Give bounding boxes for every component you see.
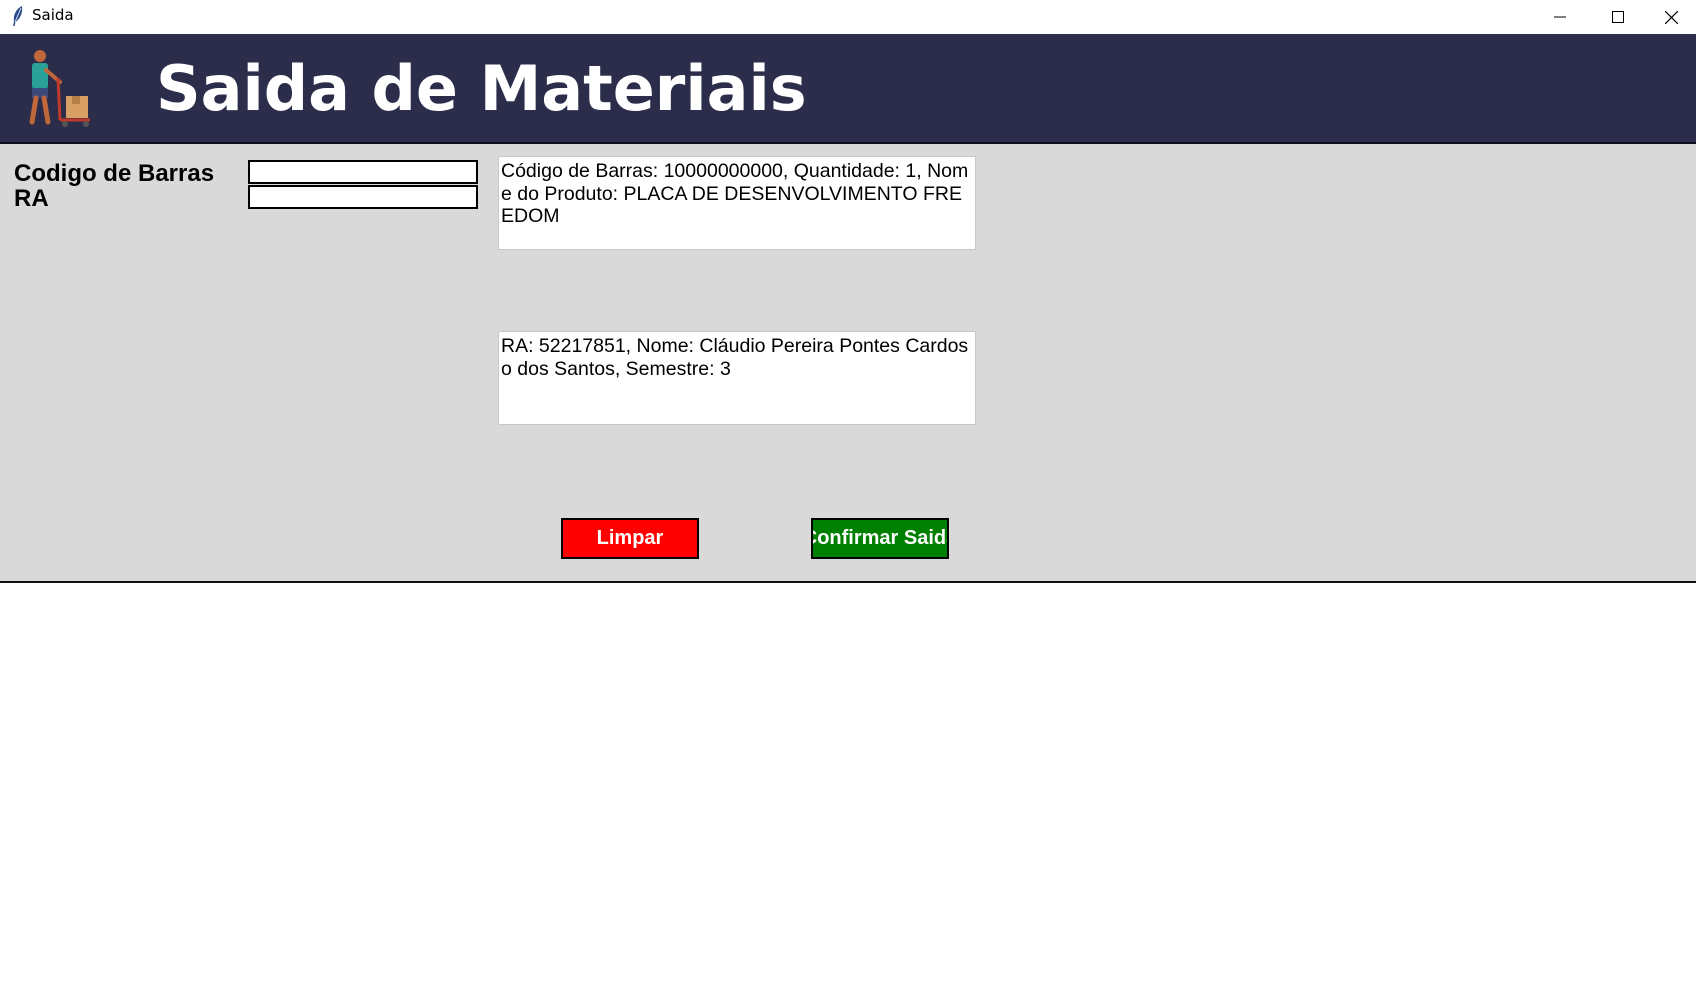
page-title: Saida de Materiais xyxy=(156,52,807,125)
clear-button[interactable]: Limpar xyxy=(561,518,699,559)
window-titlebar: Saida xyxy=(0,0,1696,34)
student-info-textbox[interactable]: RA: 52217851, Nome: Cláudio Pereira Pont… xyxy=(498,331,976,425)
maximize-button[interactable] xyxy=(1589,0,1647,34)
minimize-button[interactable] xyxy=(1531,0,1589,34)
close-button[interactable] xyxy=(1647,0,1696,34)
feather-app-icon xyxy=(13,6,23,26)
barcode-input[interactable] xyxy=(248,160,478,184)
delivery-worker-with-cart-icon xyxy=(29,50,90,127)
confirm-exit-button[interactable]: Confirmar Saida xyxy=(811,518,949,559)
minimize-icon xyxy=(1554,16,1566,18)
ra-input[interactable] xyxy=(248,185,478,209)
barcode-label: Codigo de Barras xyxy=(14,160,215,187)
maximize-icon xyxy=(1612,11,1624,23)
panel-divider xyxy=(0,581,1696,583)
main-panel: Codigo de Barras RA Código de Barras: 10… xyxy=(0,144,1696,581)
window-title: Saida xyxy=(32,6,74,24)
ra-label: RA xyxy=(14,185,49,212)
close-icon xyxy=(1665,10,1678,24)
header-banner: Saida de Materiais xyxy=(0,34,1696,142)
product-info-textbox[interactable]: Código de Barras: 10000000000, Quantidad… xyxy=(498,156,976,250)
